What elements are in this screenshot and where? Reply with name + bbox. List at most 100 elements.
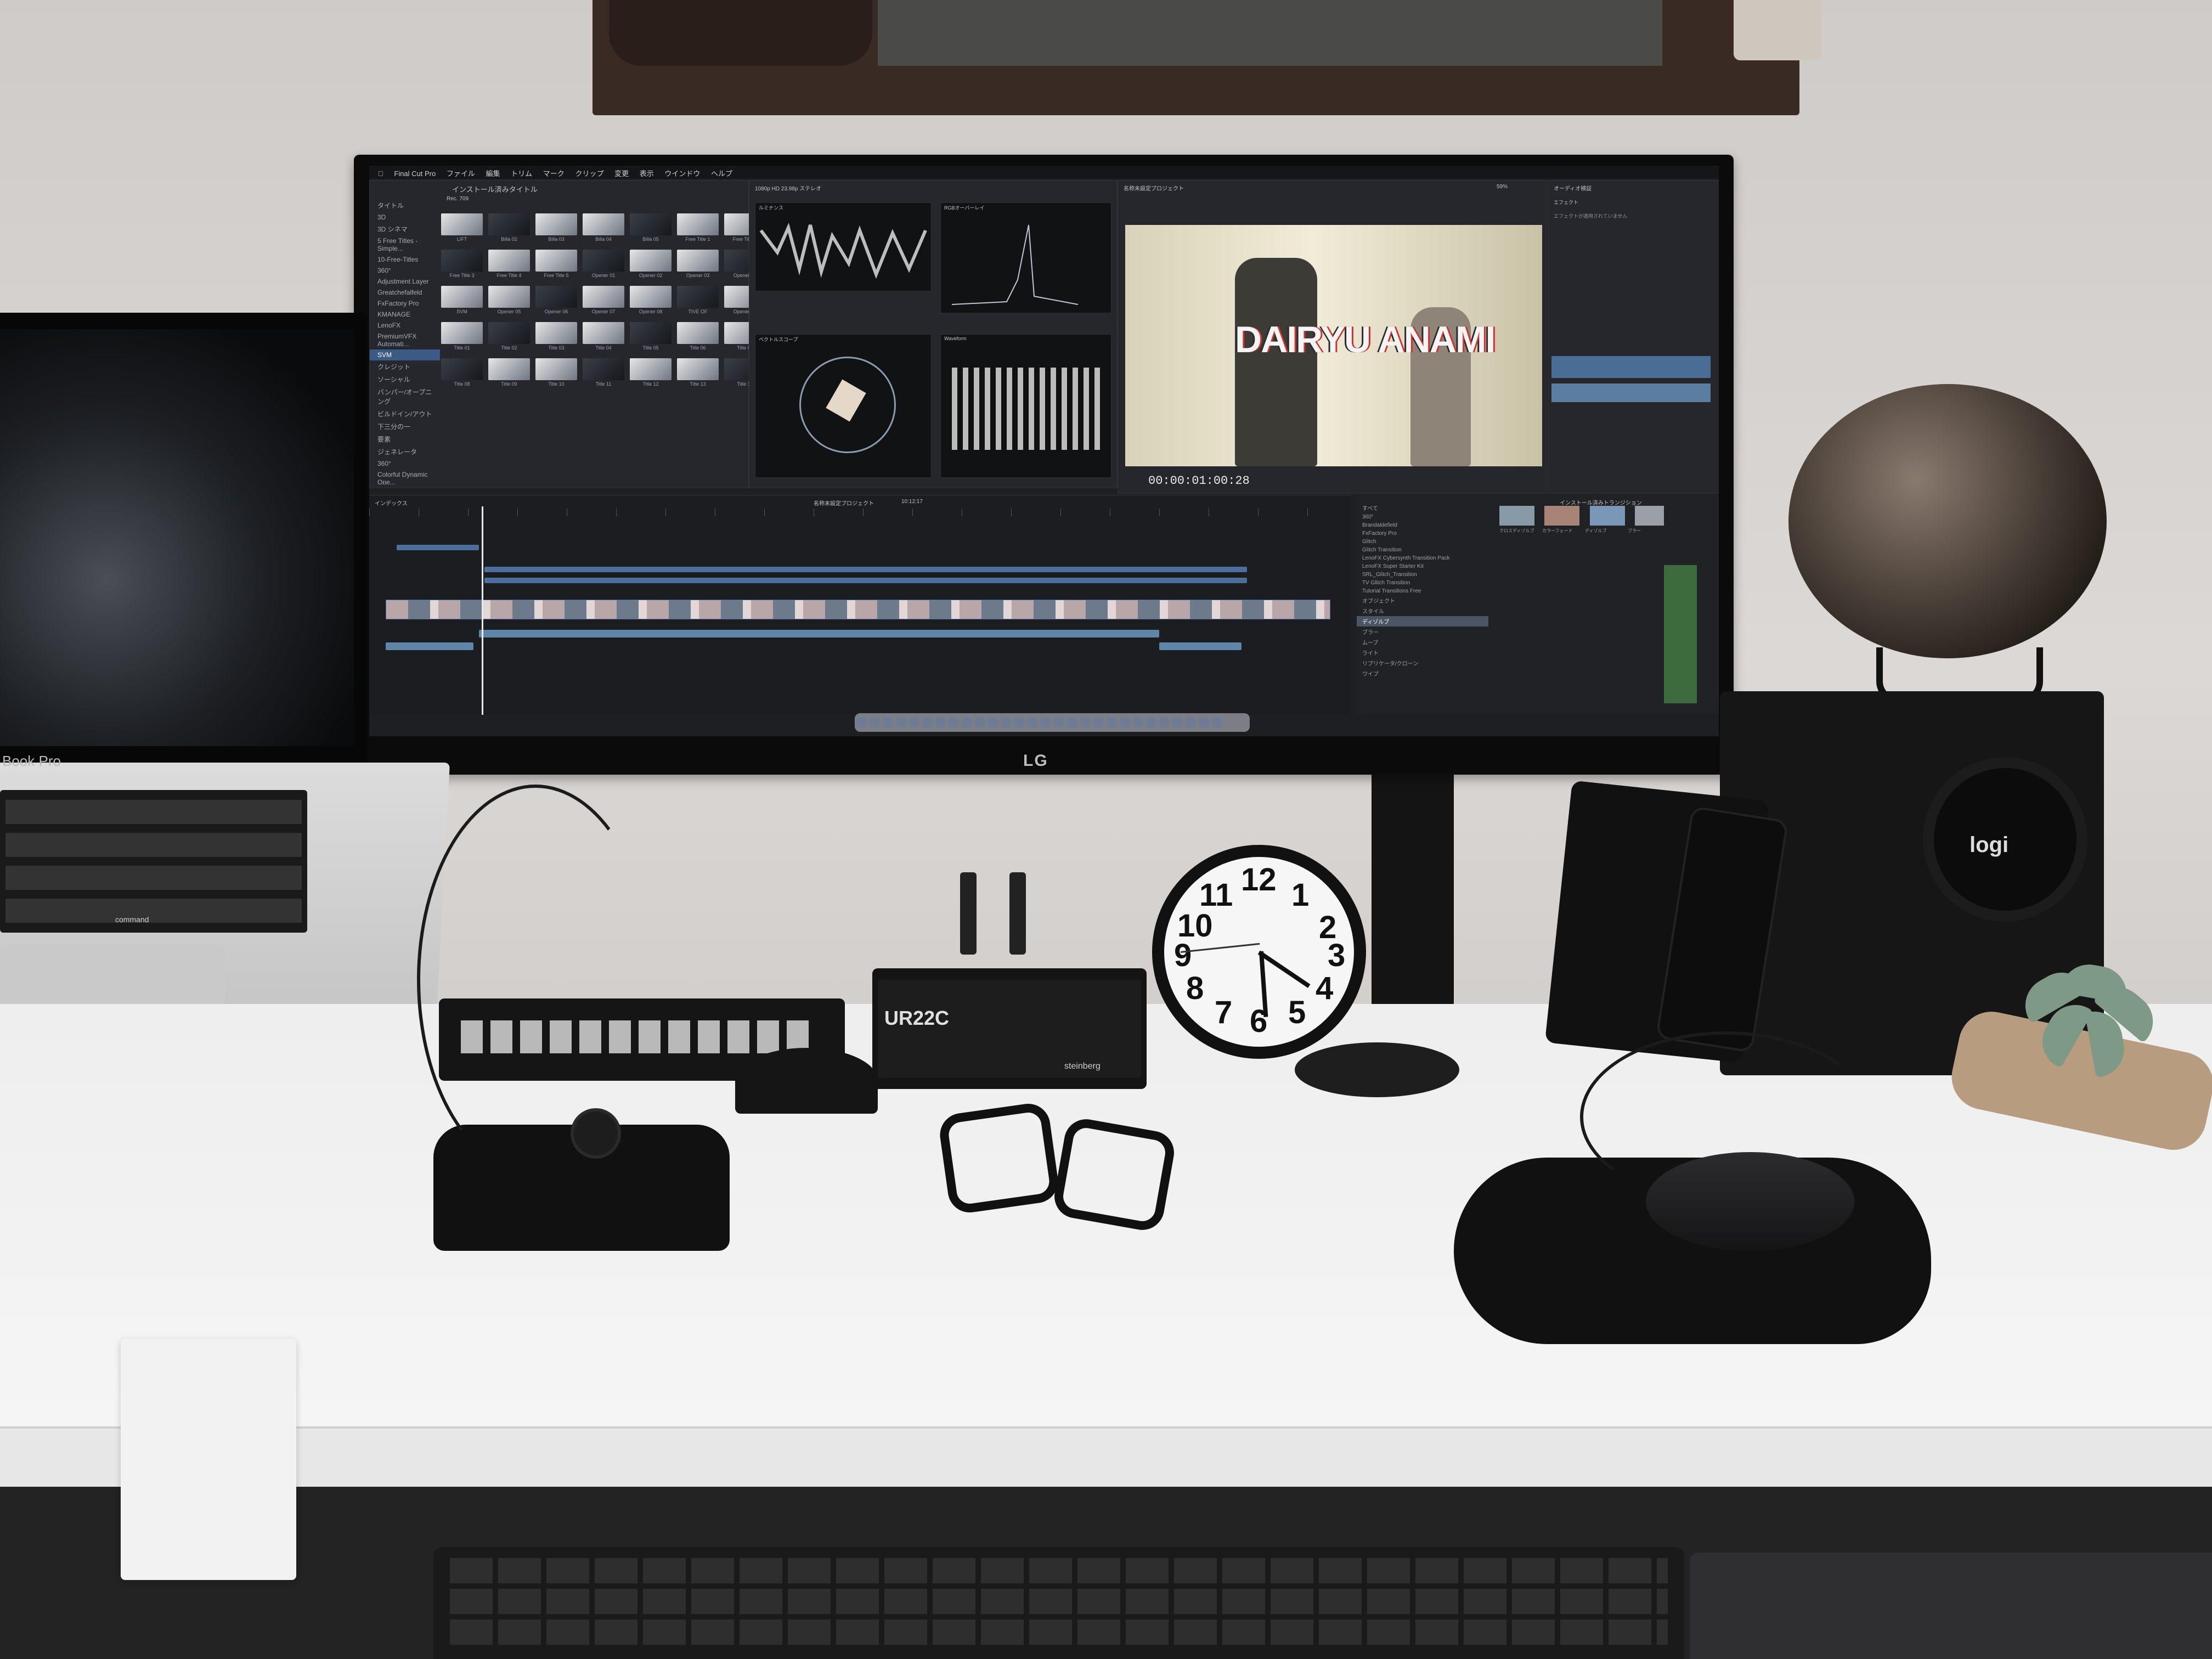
title-thumbnail[interactable]: Title 04	[583, 322, 624, 351]
sidebar-item[interactable]: 3D	[370, 212, 440, 223]
dock-app-icon[interactable]	[988, 718, 998, 727]
title-thumbnail[interactable]: Free Title 3	[441, 250, 483, 278]
dock-app-icon[interactable]	[975, 718, 985, 727]
title-thumbnail[interactable]: Title 11	[583, 358, 624, 387]
dock-app-icon[interactable]	[1067, 718, 1077, 727]
playhead[interactable]	[482, 506, 483, 715]
title-thumbnail[interactable]: Title 05	[630, 322, 672, 351]
dock-app-icon[interactable]	[922, 718, 932, 727]
dock-app-icon[interactable]	[1146, 718, 1156, 727]
transition-category[interactable]: ディゾルブ	[1357, 616, 1488, 627]
dock-app-icon[interactable]	[1159, 718, 1169, 727]
transition-category[interactable]: ブラー	[1357, 627, 1488, 637]
sidebar-item[interactable]: ビルドイン/アウト	[370, 408, 440, 420]
sidebar-item[interactable]: 360°	[370, 458, 440, 469]
title-thumbnail[interactable]: Billa 05	[630, 213, 672, 242]
sidebar-item[interactable]: Greatchefalfeld	[370, 287, 440, 298]
title-thumbnail[interactable]: Opener 01	[583, 250, 624, 278]
sidebar-item[interactable]: Colorful Dynamic Ope...	[370, 469, 440, 484]
transition-thumb-2[interactable]	[1544, 506, 1580, 526]
transition-category[interactable]: すべて	[1357, 503, 1488, 513]
title-thumbnail[interactable]: Opener 08	[630, 286, 672, 314]
menu-app[interactable]: Final Cut Pro	[394, 170, 436, 178]
title-thumbnail[interactable]: Title 01	[441, 322, 483, 351]
sidebar-item[interactable]: ジェネレータ	[370, 445, 440, 458]
menu-file[interactable]: ファイル	[447, 168, 475, 178]
sidebar-item[interactable]: 10-Free-Titles	[370, 254, 440, 265]
audio-track-end[interactable]	[1159, 642, 1242, 650]
dock-app-icon[interactable]	[1080, 718, 1090, 727]
dock-app-icon[interactable]	[1054, 718, 1064, 727]
primary-storyline[interactable]	[386, 600, 1330, 619]
dock-app-icon[interactable]	[883, 718, 893, 727]
transition-category[interactable]: Brandaldefield	[1357, 521, 1488, 529]
sidebar-item[interactable]: バンパー/オープニング	[370, 386, 440, 408]
title-thumbnail[interactable]: Billa 04	[583, 213, 624, 242]
transition-category[interactable]: LenoFX Cybersynth Transition Pack	[1357, 554, 1488, 562]
connected-clip-b[interactable]	[484, 567, 1247, 572]
dock-app-icon[interactable]	[856, 718, 866, 727]
sidebar-item[interactable]: 5 Free Titles - Simple...	[370, 235, 440, 254]
audio-track-start[interactable]	[386, 642, 473, 650]
audio-clip-1[interactable]	[1551, 356, 1711, 378]
connected-clip-c[interactable]	[484, 578, 1247, 583]
title-thumbnail[interactable]: Free Title 5	[535, 250, 577, 278]
dock-app-icon[interactable]	[1120, 718, 1130, 727]
title-thumbnail[interactable]: Title 10	[535, 358, 577, 387]
audio-clip-2[interactable]	[1551, 383, 1711, 402]
transition-category[interactable]: LenoFX Super Starter Kit	[1357, 562, 1488, 571]
transition-category[interactable]: ムーブ	[1357, 637, 1488, 647]
title-thumbnail[interactable]: Opener 03	[677, 250, 719, 278]
sidebar-item[interactable]: タイトル	[370, 199, 440, 212]
title-thumbnail[interactable]: Title 09	[488, 358, 530, 387]
transition-category[interactable]: スタイル	[1357, 606, 1488, 616]
dock-app-icon[interactable]	[1041, 718, 1051, 727]
dock-app-icon[interactable]	[896, 718, 906, 727]
dock-app-icon[interactable]	[1199, 718, 1209, 727]
dock-app-icon[interactable]	[1133, 718, 1143, 727]
transition-category[interactable]: FxFactory Pro	[1357, 529, 1488, 538]
dock-app-icon[interactable]	[870, 718, 879, 727]
sidebar-item[interactable]: 要素	[370, 433, 440, 445]
title-thumbnail[interactable]: Opener 05	[488, 286, 530, 314]
dock-app-icon[interactable]	[909, 718, 919, 727]
title-thumbnail[interactable]: Opener 02	[630, 250, 672, 278]
menu-help[interactable]: ヘルプ	[711, 168, 732, 178]
sidebar-item[interactable]: PremiumVFX Automati...	[370, 331, 440, 349]
sidebar-item[interactable]: FxFactory Pro	[370, 298, 440, 309]
transition-thumb-3[interactable]	[1589, 506, 1625, 526]
transition-category[interactable]: Glitch Transition	[1357, 546, 1488, 554]
sidebar-item[interactable]: クレジット	[370, 360, 440, 373]
sidebar-item[interactable]: KMANAGE	[370, 309, 440, 320]
menu-mark[interactable]: マーク	[543, 168, 565, 178]
dock-app-icon[interactable]	[1107, 718, 1116, 727]
sidebar-item[interactable]: Adjustment Layer	[370, 276, 440, 287]
menu-modify[interactable]: 変更	[614, 168, 629, 178]
title-thumbnail[interactable]: LIFT	[441, 213, 483, 242]
dock-app-icon[interactable]	[1014, 718, 1024, 727]
title-thumbnail[interactable]: Free Title 4	[488, 250, 530, 278]
title-thumbnail[interactable]: Title 02	[488, 322, 530, 351]
menu-edit[interactable]: 編集	[486, 168, 500, 178]
transition-category[interactable]: ライト	[1357, 647, 1488, 658]
transition-category[interactable]: Glitch	[1357, 538, 1488, 546]
dock-app-icon[interactable]	[935, 718, 945, 727]
sidebar-item[interactable]: 3D シネマ	[370, 223, 440, 235]
title-thumbnail[interactable]: Title 08	[441, 358, 483, 387]
viewer-zoom[interactable]: 59%	[1491, 180, 1513, 193]
dock-app-icon[interactable]	[1093, 718, 1103, 727]
transition-category[interactable]: リプリケータ/クローン	[1357, 658, 1488, 668]
menu-view[interactable]: 表示	[640, 168, 654, 178]
transition-thumb-1[interactable]	[1499, 506, 1534, 526]
sidebar-item[interactable]: 下三分の一	[370, 420, 440, 433]
menu-trim[interactable]: トリム	[511, 168, 532, 178]
title-thumbnail[interactable]: Opener 07	[583, 286, 624, 314]
menu-clip[interactable]: クリップ	[575, 168, 603, 178]
title-thumbnail[interactable]: Free Title 1	[677, 213, 719, 242]
transition-category[interactable]: TV Glitch Transition	[1357, 579, 1488, 587]
dock-app-icon[interactable]	[1212, 718, 1222, 727]
transition-category[interactable]: オブジェクト	[1357, 595, 1488, 606]
sidebar-item[interactable]: ソーシャル	[370, 373, 440, 386]
dock-app-icon[interactable]	[1028, 718, 1037, 727]
transition-category[interactable]: ワイプ	[1357, 668, 1488, 679]
